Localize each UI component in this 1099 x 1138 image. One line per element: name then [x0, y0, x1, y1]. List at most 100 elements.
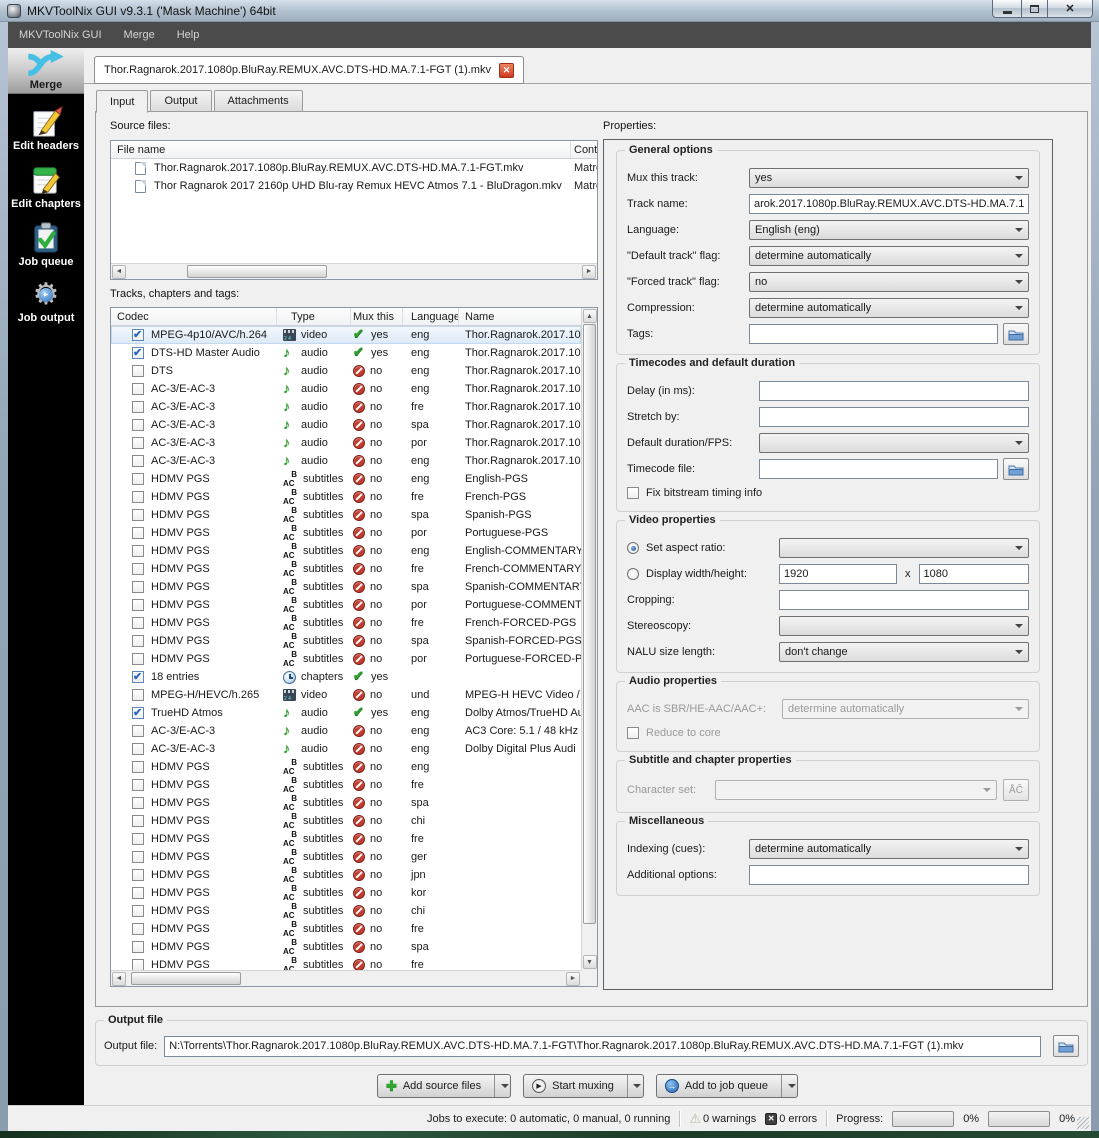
add-source-files-button[interactable]: ✚ Add source files	[377, 1074, 511, 1098]
file-tab-close-icon[interactable]: ✕	[499, 63, 514, 78]
menu-mkvtoolnix-gui[interactable]: MKVToolNix GUI	[8, 24, 113, 46]
add-to-job-queue-dropdown[interactable]	[781, 1075, 797, 1097]
track-checkbox[interactable]	[132, 491, 144, 503]
minimize-button[interactable]	[992, 0, 1021, 18]
track-row[interactable]: HDMV PGSsubtitlesnofre	[111, 830, 581, 848]
track-checkbox[interactable]	[132, 779, 144, 791]
track-checkbox[interactable]	[132, 455, 144, 467]
aac-sbr-select[interactable]: determine automatically	[782, 699, 1029, 719]
scroll-right-icon[interactable]: ►	[566, 972, 580, 986]
column-codec[interactable]: Codec	[111, 308, 277, 325]
indexing-cues-select[interactable]: determine automatically	[749, 839, 1029, 859]
track-checkbox[interactable]	[132, 383, 144, 395]
display-height-input[interactable]	[919, 564, 1030, 584]
start-muxing-button[interactable]: ▶ Start muxing	[523, 1074, 644, 1098]
default-duration-select[interactable]	[759, 433, 1029, 453]
track-checkbox[interactable]	[132, 959, 144, 970]
scroll-left-icon[interactable]: ◄	[112, 265, 126, 279]
source-file-row[interactable]: Thor Ragnarok 2017 2160p UHD Blu-ray Rem…	[111, 177, 597, 195]
set-aspect-ratio-radio[interactable]	[627, 542, 639, 554]
track-checkbox[interactable]	[132, 581, 144, 593]
track-row[interactable]: HDMV PGSsubtitlesnoengEnglish-COMMENTARY…	[111, 542, 581, 560]
track-checkbox[interactable]	[132, 941, 144, 953]
stereoscopy-select[interactable]	[779, 616, 1029, 636]
track-row[interactable]: HDMV PGSsubtitlesnoporPortuguese-PGS	[111, 524, 581, 542]
compression-select[interactable]: determine automatically	[749, 298, 1029, 318]
tab-attachments[interactable]: Attachments	[214, 90, 303, 112]
track-row[interactable]: HDMV PGSsubtitlesnoengEnglish-PGS	[111, 470, 581, 488]
track-row[interactable]: HDMV PGSsubtitlesnoporPortuguese-COMMENT…	[111, 596, 581, 614]
tags-browse-button[interactable]	[1003, 323, 1029, 345]
tab-input[interactable]: Input	[96, 90, 148, 113]
tracks-vscrollbar[interactable]: ▲ ▼	[581, 308, 597, 970]
display-width-input[interactable]	[779, 564, 897, 584]
track-checkbox[interactable]	[132, 599, 144, 611]
track-checkbox[interactable]	[132, 851, 144, 863]
source-file-row[interactable]: Thor.Ragnarok.2017.1080p.BluRay.REMUX.AV…	[111, 159, 597, 177]
track-checkbox[interactable]	[132, 473, 144, 485]
track-row[interactable]: MPEG-H/HEVC/h.265videonoundMPEG-H HEVC V…	[111, 686, 581, 704]
start-muxing-dropdown[interactable]	[627, 1075, 643, 1097]
column-name[interactable]: Name	[459, 308, 581, 325]
track-checkbox[interactable]	[132, 401, 144, 413]
sidebar-item-edit-headers[interactable]: Edit headers	[8, 105, 84, 152]
tags-input[interactable]	[749, 324, 998, 344]
track-checkbox[interactable]	[132, 689, 144, 701]
track-row[interactable]: HDMV PGSsubtitlesnospaSpanish-COMMENTARY…	[111, 578, 581, 596]
track-row[interactable]: HDMV PGSsubtitlesnoeng	[111, 758, 581, 776]
additional-options-input[interactable]	[749, 865, 1029, 885]
track-row[interactable]: HDMV PGSsubtitlesnofre	[111, 956, 581, 970]
track-row[interactable]: HDMV PGSsubtitlesnokor	[111, 884, 581, 902]
reduce-to-core-checkbox[interactable]	[627, 727, 639, 739]
track-checkbox[interactable]	[132, 365, 144, 377]
track-checkbox[interactable]	[132, 815, 144, 827]
stretch-by-input[interactable]	[759, 407, 1029, 427]
output-file-browse-button[interactable]	[1053, 1035, 1079, 1057]
sidebar-item-merge[interactable]: Merge	[8, 48, 84, 94]
character-set-select[interactable]	[715, 780, 997, 800]
track-checkbox[interactable]	[132, 725, 144, 737]
track-row[interactable]: HDMV PGSsubtitlesnochi	[111, 902, 581, 920]
track-row[interactable]: 18 entrieschaptersyes	[111, 668, 581, 686]
default-track-flag-select[interactable]: determine automatically	[749, 246, 1029, 266]
track-row[interactable]: HDMV PGSsubtitlesnofreFrench-COMMENTARY-…	[111, 560, 581, 578]
scroll-right-icon[interactable]: ►	[582, 265, 596, 279]
track-row[interactable]: AC-3/E-AC-3audionofreThor.Ragnarok.2017.…	[111, 398, 581, 416]
track-checkbox[interactable]	[132, 671, 144, 683]
column-file-name[interactable]: File name	[111, 141, 571, 158]
track-row[interactable]: HDMV PGSsubtitlesnospaSpanish-PGS	[111, 506, 581, 524]
track-checkbox[interactable]	[132, 419, 144, 431]
track-row[interactable]: AC-3/E-AC-3audionoengThor.Ragnarok.2017.…	[111, 380, 581, 398]
sidebar-item-edit-chapters[interactable]: Edit chapters	[8, 163, 84, 210]
track-checkbox[interactable]	[132, 653, 144, 665]
source-files-hscrollbar[interactable]: ◄ ►	[111, 263, 597, 279]
track-checkbox[interactable]	[132, 923, 144, 935]
track-checkbox[interactable]	[132, 527, 144, 539]
track-row[interactable]: AC-3/E-AC-3audionoengAC3 Core: 5.1 / 48 …	[111, 722, 581, 740]
track-row[interactable]: HDMV PGSsubtitlesnofre	[111, 776, 581, 794]
scroll-left-icon[interactable]: ◄	[112, 972, 126, 986]
track-row[interactable]: AC-3/E-AC-3audionoengThor.Ragnarok.2017.…	[111, 452, 581, 470]
tab-output[interactable]: Output	[150, 90, 211, 112]
track-row[interactable]: HDMV PGSsubtitlesnoger	[111, 848, 581, 866]
language-select[interactable]: English (eng)	[749, 220, 1029, 240]
track-row[interactable]: AC-3/E-AC-3audionospaThor.Ragnarok.2017.…	[111, 416, 581, 434]
track-checkbox[interactable]	[132, 905, 144, 917]
track-row[interactable]: HDMV PGSsubtitlesnofreFrench-PGS	[111, 488, 581, 506]
output-file-input[interactable]	[164, 1036, 1041, 1057]
track-checkbox[interactable]	[132, 635, 144, 647]
track-row[interactable]: HDMV PGSsubtitlesnofreFrench-FORCED-PGS	[111, 614, 581, 632]
track-row[interactable]: TrueHD AtmosaudioyesengDolby Atmos/TrueH…	[111, 704, 581, 722]
column-mux-this[interactable]: Mux this	[351, 308, 403, 325]
track-checkbox[interactable]	[132, 797, 144, 809]
close-button[interactable]: ✕	[1048, 0, 1093, 18]
fix-bitstream-checkbox[interactable]	[627, 487, 639, 499]
track-checkbox[interactable]	[132, 347, 144, 359]
scroll-down-icon[interactable]: ▼	[583, 955, 597, 969]
track-checkbox[interactable]	[132, 887, 144, 899]
track-row[interactable]: HDMV PGSsubtitlesnospaSpanish-FORCED-PGS	[111, 632, 581, 650]
track-row[interactable]: AC-3/E-AC-3audionoengDolby Digital Plus …	[111, 740, 581, 758]
track-row[interactable]: HDMV PGSsubtitlesnospa	[111, 794, 581, 812]
track-checkbox[interactable]	[132, 743, 144, 755]
nalu-size-select[interactable]: don't change	[779, 642, 1029, 662]
